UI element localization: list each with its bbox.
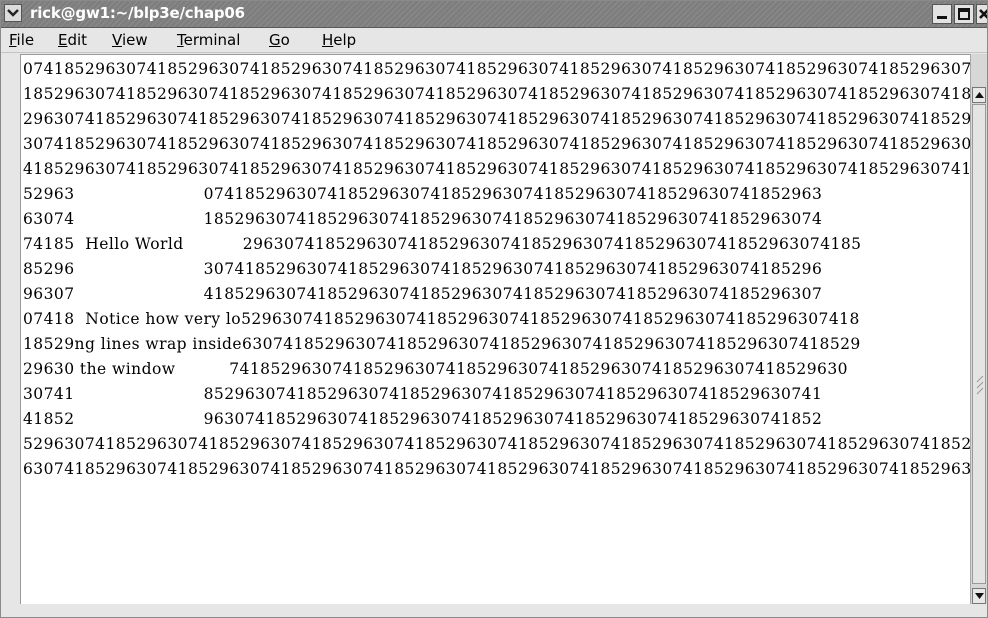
menu-view[interactable]: View	[112, 31, 148, 49]
menu-terminal-label: erminal	[183, 31, 241, 49]
terminal-line: 1852963074185296307418529630741852963074…	[23, 85, 970, 103]
menu-terminal-accel: T	[177, 31, 184, 49]
menu-terminal[interactable]: Terminal	[177, 31, 240, 49]
menu-go-label: o	[280, 31, 290, 49]
scroll-thumb[interactable]	[972, 104, 986, 584]
terminal-line: 18529ng lines wrap inside630741852963074…	[23, 335, 861, 353]
terminal-line: 5296307418529630741852963074185296307418…	[23, 435, 970, 453]
terminal-line: 29630 the window 74185296307418529630741…	[23, 360, 848, 378]
title-bar[interactable]: rick@gw1:~/blp3e/chap06	[1, 1, 987, 28]
scroll-down-button[interactable]	[972, 588, 986, 604]
menu-file[interactable]: File	[9, 31, 34, 49]
menu-help[interactable]: Help	[322, 31, 356, 49]
menu-view-label: iew	[121, 31, 148, 49]
close-icon	[979, 9, 987, 19]
menu-help-accel: H	[322, 31, 334, 49]
terminal-screen[interactable]: 0741852963074185296307418529630741852963…	[20, 54, 970, 605]
maximize-button[interactable]	[954, 4, 974, 24]
terminal-line: 2963074185296307418529630741852963074185…	[23, 110, 970, 128]
menu-file-label: ile	[16, 31, 35, 49]
terminal-line: 96307 4185296307418529630741852963074185…	[23, 285, 823, 303]
menu-view-accel: V	[112, 31, 122, 49]
maximize-icon	[958, 8, 970, 20]
window-bottom-border	[1, 604, 987, 617]
terminal-line: 4185296307418529630741852963074185296307…	[23, 160, 970, 178]
grip-icon	[976, 375, 984, 395]
terminal-window: rick@gw1:~/blp3e/chap06 File Edit View T…	[0, 0, 988, 618]
menu-go[interactable]: Go	[269, 31, 290, 49]
menu-bar: File Edit View Terminal Go Help	[1, 28, 987, 53]
terminal-line: 6307418529630741852963074185296307418529…	[23, 460, 970, 478]
chevron-down-icon	[7, 9, 19, 17]
terminal-line: 63074 1852963074185296307418529630741852…	[23, 210, 823, 228]
window-title: rick@gw1:~/blp3e/chap06	[30, 4, 245, 22]
terminal-line: 30741 8529630741852963074185296307418529…	[23, 385, 823, 403]
arrow-down-icon	[975, 593, 984, 599]
menu-file-accel: F	[9, 31, 17, 49]
scroll-up-button[interactable]	[972, 87, 986, 103]
terminal-line: 74185 Hello World 2963074185296307418529…	[23, 235, 862, 253]
minimize-button[interactable]	[932, 4, 952, 24]
menu-edit[interactable]: Edit	[58, 31, 87, 49]
terminal-line: 41852 9630741852963074185296307418529630…	[23, 410, 823, 428]
menu-help-label: elp	[333, 31, 357, 49]
terminal-line: 3074185296307418529630741852963074185296…	[23, 135, 970, 153]
window-menu-button[interactable]	[4, 4, 22, 22]
minimize-icon	[937, 16, 947, 19]
terminal-line: 07418 Notice how very lo5296307418529630…	[23, 310, 860, 328]
terminal-line: 85296 3074185296307418529630741852963074…	[23, 260, 823, 278]
arrow-up-icon	[975, 92, 984, 98]
menu-go-accel: G	[269, 31, 281, 49]
vertical-scrollbar[interactable]	[970, 54, 987, 604]
terminal-line: 52963 0741852963074185296307418529630741…	[23, 185, 823, 203]
terminal-line: 0741852963074185296307418529630741852963…	[23, 60, 970, 78]
close-button[interactable]	[976, 4, 987, 24]
menu-edit-label: dit	[67, 31, 88, 49]
